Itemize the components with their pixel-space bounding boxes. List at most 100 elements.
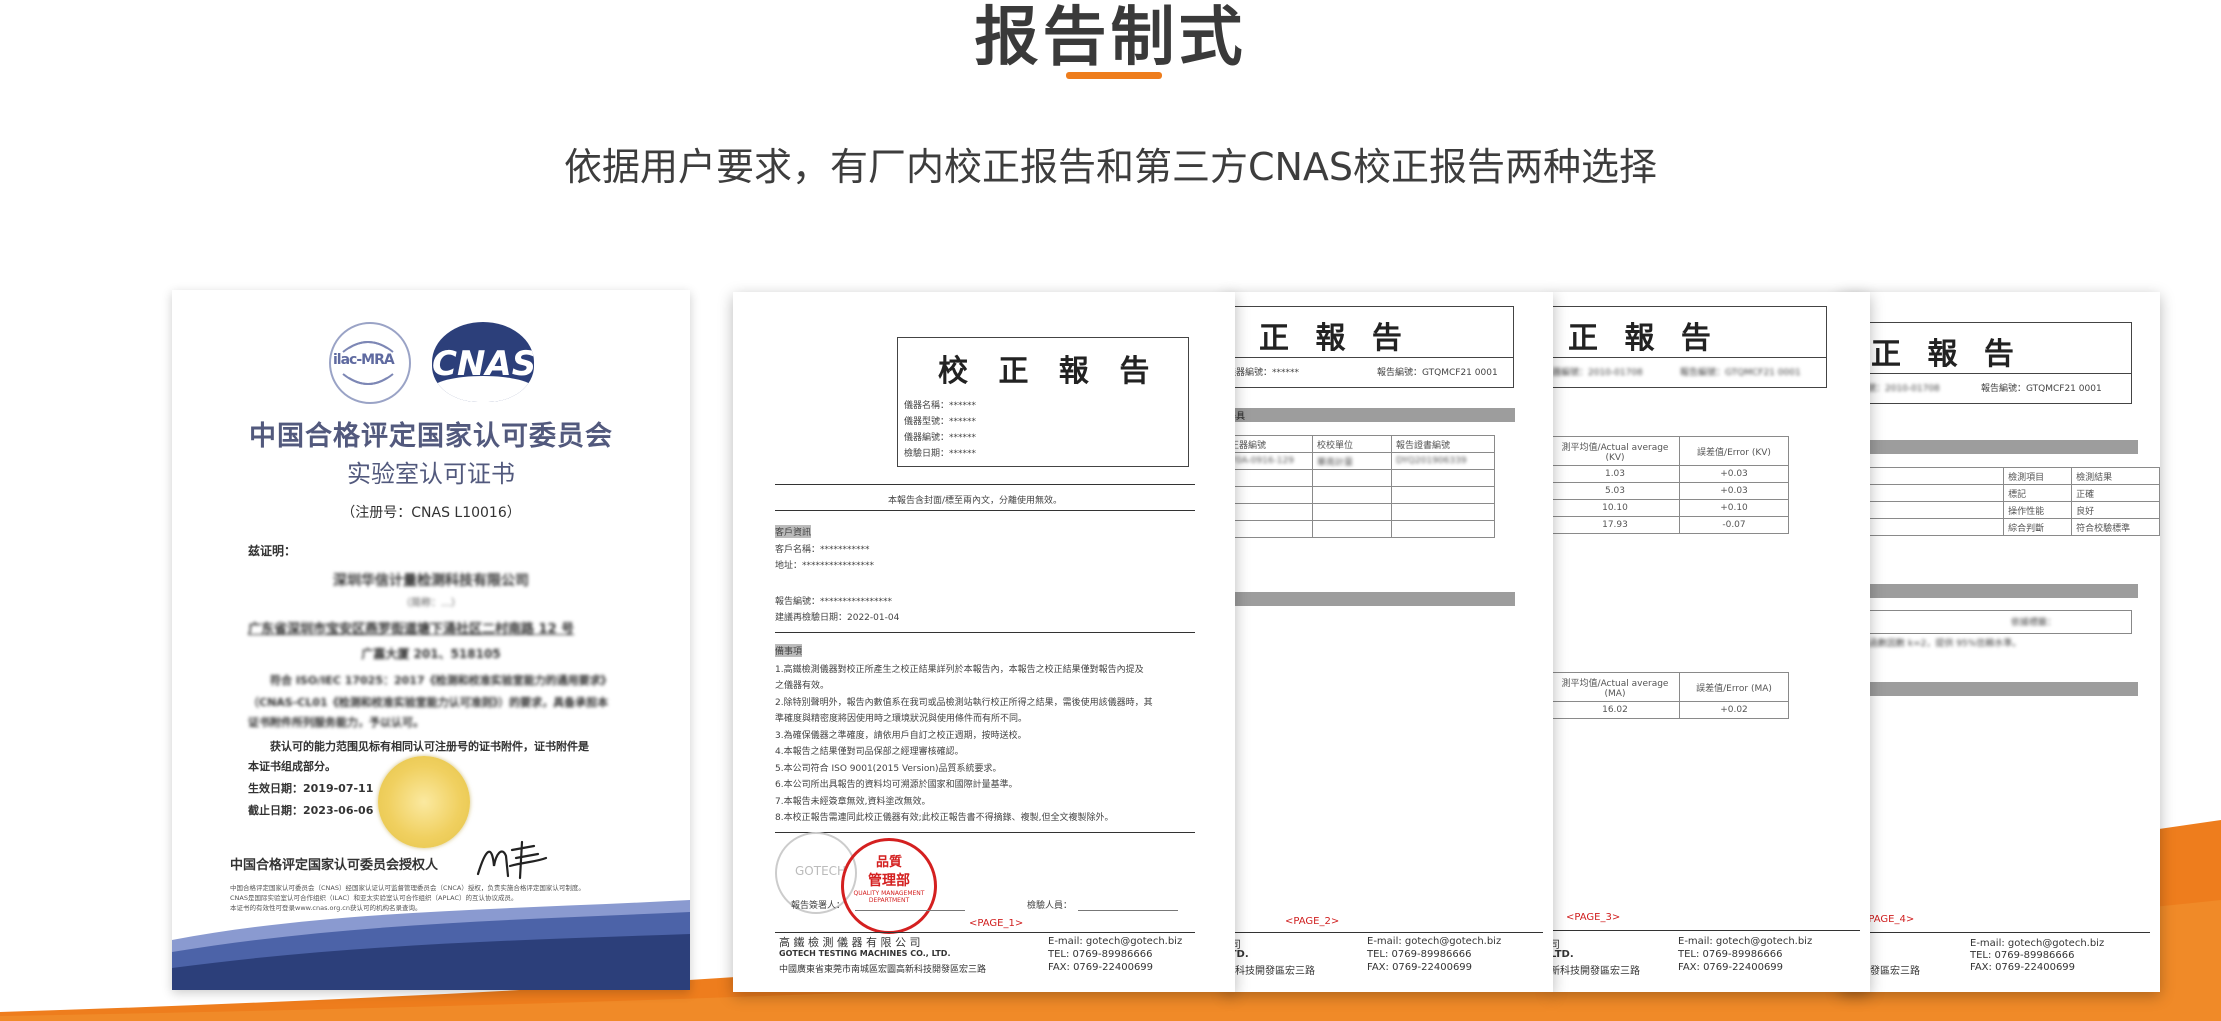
- report4-fax: FAX: 0769-22400699: [1970, 962, 2076, 973]
- report1-note-line: 5.本公司符合 ISO 9001(2015 Version)品質系統要求。: [775, 764, 1002, 774]
- signature-icon: [476, 840, 548, 880]
- report1-report-no: 報告編號：****************: [775, 597, 893, 607]
- cert-body-1: 符合 ISO/IEC 17025：2017《检测和校准实验室能力的通用要求》: [270, 674, 612, 687]
- report4-field-2: 報告編號：GTQMCF21 0001: [1981, 384, 2102, 394]
- report1-note-line: 8.本校正報告需連同此校正儀器有效;此校正報告書不得摘錄、複製,但全文複製除外。: [775, 813, 1114, 823]
- cert-reg-no: （注册号：CNAS L10016）: [341, 505, 521, 521]
- report1-email: E-mail: gotech@gotech.biz: [1048, 936, 1183, 947]
- table-cell: 符合校驗標準: [2071, 518, 2160, 536]
- cnas-logo-text: CNAS: [432, 344, 534, 384]
- report2-foot-addr: 新科技開發區宏三路: [1225, 966, 1315, 977]
- report4-unc-note: 以函數因數 k=2，提供 95%信賴水準。: [1860, 639, 2022, 649]
- report1-field-3: 儀器編號：******: [904, 433, 977, 443]
- report1-field-4: 檢驗日期：******: [904, 449, 977, 459]
- report3-kv-table: 測平均值/Actual average (KV) 誤差值/Error (KV) 1…: [1550, 436, 1789, 534]
- title-underline: [1066, 72, 1162, 79]
- table-cell: +0.10: [1679, 499, 1789, 517]
- report2-title-box: 正 報 告 儀器編號：****** 報告編號：GTQMCF21 0001: [1225, 306, 1514, 388]
- report1-client-name: 客戶名稱：***********: [775, 545, 870, 555]
- table-cell: 16.02: [1550, 701, 1680, 719]
- report2-fax: FAX: 0769-22400699: [1367, 962, 1473, 973]
- cert-valid-to: 截止日期：2023-06-06: [248, 804, 374, 817]
- report1-title: 校 正 報 告: [938, 354, 1160, 389]
- cnas-logo: CNAS: [432, 322, 534, 402]
- report2-field-2: 報告編號：GTQMCF21 0001: [1377, 368, 1498, 378]
- page-title: 报告制式: [974, 1, 1247, 75]
- report4-title-box: 正 報 告 號：2010-01708 報告編號：GTQMCF21 0001: [1860, 322, 2132, 404]
- table-cell: -0.07: [1679, 516, 1789, 534]
- table-cell: 5.03: [1550, 482, 1680, 500]
- cert-footer-1: 中国合格评定国家认可委员会（CNAS）经国家认证认可监督管理委员会（CNCA）授…: [230, 884, 585, 892]
- ilac-mra-logo: ilac-MRA: [329, 322, 411, 404]
- report-page-2: 正 報 告 儀器編號：****** 報告編號：GTQMCF21 0001 器具 …: [1225, 292, 1553, 992]
- report4-uncertainty-box: 依據標籤：: [1860, 610, 2132, 634]
- report3-tel: TEL: 0769-89986666: [1678, 949, 1783, 960]
- table-cell: 檢測項目: [2003, 467, 2073, 485]
- report4-unc-label: 依據標籤：: [2011, 618, 2057, 628]
- report3-foot-en: LTD.: [1550, 949, 1574, 960]
- cert-certify: 兹证明：: [248, 544, 297, 558]
- table-cell: +0.03: [1679, 482, 1789, 500]
- cert-company-note: （简称：…）: [401, 598, 461, 609]
- report3-ma-table: 測平均值/Actual average (MA) 誤差值/Error (MA) 1…: [1550, 672, 1789, 719]
- report4-field-1: 號：2010-01708: [1867, 384, 1940, 394]
- report1-tel: TEL: 0769-89986666: [1048, 949, 1153, 960]
- report4-title: 正 報 告: [1871, 337, 2022, 372]
- table-cell: 1.03: [1550, 465, 1680, 483]
- cert-valid-from: 生效日期：2019-07-11: [248, 782, 374, 795]
- report1-note-line: 7.本報告未經簽章無效,資料塗改無效。: [775, 797, 931, 807]
- ilac-logo-text: ilac-MRA: [333, 352, 395, 368]
- report1-fax: FAX: 0769-22400699: [1048, 962, 1154, 973]
- table-cell: 70A-0916-129: [1225, 452, 1313, 470]
- table-cell: 操作性能: [2003, 501, 2073, 519]
- report1-field-1: 儀器名稱：******: [904, 401, 977, 411]
- report2-title: 正 報 告: [1259, 321, 1410, 356]
- report1-note-line: 之儀器有效。: [775, 681, 830, 691]
- report3-field-2: 報告編號：GTQMCF21 0001: [1680, 368, 1801, 378]
- cert-body-2: （CNAS-CL01《检测和校准实验室能力认可准则》）的要求，具备承担本: [248, 696, 609, 709]
- cert-org-name: 中国合格评定国家认可委员会: [249, 421, 613, 452]
- report1-reporter: 報告簽署人：: [791, 901, 846, 911]
- report3-field-1: 器編號：2010-01708: [1552, 368, 1643, 378]
- report1-page-tag: <PAGE_1>: [969, 918, 1024, 929]
- table-cell: 測平均值/Actual average (KV): [1550, 436, 1680, 466]
- report1-client-addr: 地址：****************: [775, 561, 875, 571]
- report1-inspector: 檢驗人員：: [1027, 901, 1073, 911]
- seal-text: 品質: [875, 855, 902, 870]
- cert-address-2: 广嘉大厦 201、518105: [361, 647, 501, 661]
- report1-next-date: 建議再檢驗日期：2022-01-04: [775, 613, 900, 623]
- report-page-3: 正 報 告 器編號：2010-01708 報告編號：GTQMCF21 0001 …: [1550, 292, 1870, 992]
- table-cell: 正確: [2071, 484, 2160, 502]
- report1-company-addr: 中國廣東省東莞市南城區宏圖高新科技開發區宏三路: [779, 965, 987, 975]
- table-cell: +0.02: [1679, 701, 1789, 719]
- report1-note-line: 3.為確保儀器之準確度，請依用戶自訂之校正週期，按時送校。: [775, 731, 1027, 741]
- report3-fax: FAX: 0769-22400699: [1678, 962, 1784, 973]
- report3-title-box: 正 報 告 器編號：2010-01708 報告編號：GTQMCF21 0001: [1550, 306, 1827, 388]
- cert-signer-label: 中国合格评定国家认可委员会授权人: [230, 858, 439, 873]
- table-cell: DYQ201906339: [1391, 452, 1495, 470]
- table-cell: 誤差值/Error (MA): [1679, 672, 1789, 702]
- table-cell: 綜合判斷: [2003, 518, 2073, 536]
- table-cell: 10.10: [1550, 499, 1680, 517]
- report1-company-en: GOTECH TESTING MACHINES CO., LTD.: [779, 949, 951, 958]
- cert-title: 实验室认可证书: [347, 460, 515, 488]
- table-cell: 檢測結果: [2071, 467, 2160, 485]
- report3-foot-addr: 新科技開發區宏三路: [1550, 966, 1640, 977]
- cert-blue-wave: [172, 900, 690, 990]
- report1-company-cn: 高 鐵 檢 測 儀 器 有 限 公 司: [779, 936, 921, 949]
- report1-field-2: 儀器型號：******: [904, 417, 977, 427]
- table-cell: 測平均值/Actual average (MA): [1550, 672, 1680, 702]
- table-cell: 標記: [2003, 484, 2073, 502]
- table-cell: 華南計量: [1312, 452, 1392, 470]
- report1-note-line: 1.高鐵檢測儀器對校正所產生之校正結果詳列於本報告內，本報告之校正結果僅對報告內…: [775, 665, 1144, 675]
- report2-tel: TEL: 0769-89986666: [1367, 949, 1472, 960]
- report1-note-line: 準確度與精密度將因使用時之環境狀況與使用條件而有所不同。: [775, 714, 1028, 724]
- seal-text: 管理部: [868, 873, 910, 889]
- grey-stamp-text: GOTECH: [795, 864, 847, 878]
- seal-text: DEPARTMENT: [868, 897, 910, 904]
- report4-email: E-mail: gotech@gotech.biz: [1970, 938, 2105, 949]
- report2-page-tag: <PAGE_2>: [1285, 916, 1340, 927]
- table-cell: 報告證書編號: [1391, 435, 1495, 453]
- table-cell: 17.93: [1550, 516, 1680, 534]
- report2-email: E-mail: gotech@gotech.biz: [1367, 936, 1502, 947]
